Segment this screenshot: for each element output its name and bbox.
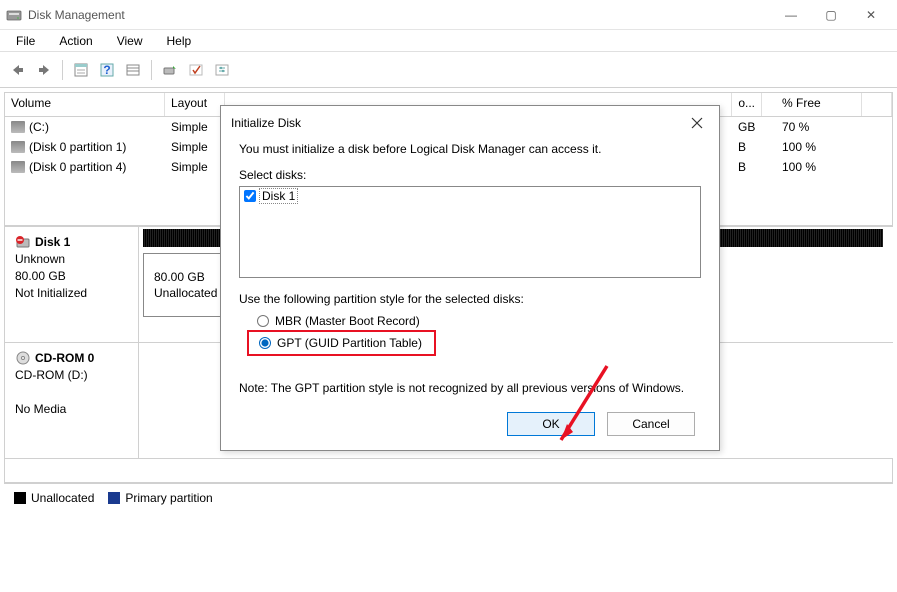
list-item[interactable]: Disk 1 — [240, 187, 700, 205]
minimize-button[interactable]: — — [771, 3, 811, 27]
cdrom-icon — [15, 351, 31, 365]
drive-icon — [11, 141, 25, 153]
volume-name: (Disk 0 partition 1) — [29, 140, 126, 154]
title-bar: Disk Management — ▢ ✕ — [0, 0, 897, 30]
dialog-message: You must initialize a disk before Logica… — [239, 142, 701, 156]
select-disks-label: Select disks: — [239, 168, 701, 182]
volume-name: (C:) — [29, 120, 49, 134]
legend: Unallocated Primary partition — [4, 483, 893, 511]
volume-layout: Simple — [165, 119, 225, 135]
radio-mbr-label: MBR (Master Boot Record) — [275, 314, 420, 328]
volume-layout: Simple — [165, 139, 225, 155]
menu-help[interactable]: Help — [157, 32, 202, 50]
disk-select-listbox[interactable]: Disk 1 — [239, 186, 701, 278]
legend-swatch — [108, 492, 120, 504]
disk-item-label: Disk 1 — [259, 188, 298, 204]
menu-action[interactable]: Action — [49, 32, 102, 50]
dialog-buttons: OK Cancel — [239, 412, 701, 436]
highlight-annotation: GPT (GUID Partition Table) — [247, 330, 436, 356]
forward-button[interactable] — [32, 58, 56, 82]
volume-cap: B — [732, 139, 762, 155]
toolbar-help-icon[interactable]: ? — [95, 58, 119, 82]
disk-size: 80.00 GB — [15, 269, 130, 283]
radio-gpt-input[interactable] — [259, 337, 271, 349]
col-header-spacer — [862, 93, 892, 116]
disk-path: CD-ROM (D:) — [15, 368, 130, 382]
disk-init-status: Not Initialized — [15, 286, 130, 300]
toolbar-refresh-icon[interactable] — [158, 58, 182, 82]
col-header-volume[interactable]: Volume — [5, 93, 165, 116]
disk-checkbox[interactable] — [244, 190, 256, 202]
dialog-close-button[interactable] — [685, 111, 709, 135]
volume-layout: Simple — [165, 159, 225, 175]
volume-cap: B — [732, 159, 762, 175]
disk-info-panel[interactable]: CD-ROM 0 CD-ROM (D:) No Media — [4, 343, 139, 458]
col-header-capacity[interactable]: o... — [732, 93, 762, 116]
radio-mbr-input[interactable] — [257, 315, 269, 327]
cancel-button[interactable]: Cancel — [607, 412, 695, 436]
disk-title: CD-ROM 0 — [15, 351, 130, 365]
app-icon — [6, 7, 22, 23]
menu-bar: File Action View Help — [0, 30, 897, 52]
drive-icon — [11, 161, 25, 173]
legend-swatch — [14, 492, 26, 504]
radio-mbr[interactable]: MBR (Master Boot Record) — [247, 312, 701, 330]
radio-gpt[interactable]: GPT (GUID Partition Table) — [249, 332, 434, 354]
radio-gpt-label: GPT (GUID Partition Table) — [277, 336, 422, 350]
volume-free: 70 % — [762, 119, 862, 135]
disk-error-icon — [15, 235, 31, 249]
dialog-titlebar: Initialize Disk — [221, 106, 719, 140]
col-header-free[interactable]: % Free — [762, 93, 862, 116]
back-button[interactable] — [6, 58, 30, 82]
menu-view[interactable]: View — [107, 32, 153, 50]
maximize-button[interactable]: ▢ — [811, 3, 851, 27]
ok-button[interactable]: OK — [507, 412, 595, 436]
close-button[interactable]: ✕ — [851, 3, 891, 27]
disk-info-panel[interactable]: Disk 1 Unknown 80.00 GB Not Initialized — [4, 227, 139, 342]
volume-name: (Disk 0 partition 4) — [29, 160, 126, 174]
legend-item: Primary partition — [108, 491, 212, 505]
disk-title: Disk 1 — [15, 235, 130, 249]
col-header-layout[interactable]: Layout — [165, 93, 225, 116]
disk-status: Unknown — [15, 252, 130, 266]
disk-media-status: No Media — [15, 402, 130, 416]
volume-free: 100 % — [762, 139, 862, 155]
window-controls: — ▢ ✕ — [771, 3, 891, 27]
volume-free: 100 % — [762, 159, 862, 175]
window-title: Disk Management — [28, 8, 771, 22]
dialog-body: You must initialize a disk before Logica… — [221, 140, 719, 450]
toolbar-properties-icon[interactable] — [69, 58, 93, 82]
partition-style-label: Use the following partition style for th… — [239, 292, 701, 306]
legend-item: Unallocated — [14, 491, 94, 505]
toolbar-view-icon[interactable] — [121, 58, 145, 82]
dialog-title: Initialize Disk — [231, 116, 685, 130]
toolbar: ? — [0, 52, 897, 88]
initialize-disk-dialog: Initialize Disk You must initialize a di… — [220, 105, 720, 451]
menu-file[interactable]: File — [6, 32, 45, 50]
toolbar-settings-icon[interactable] — [210, 58, 234, 82]
svg-text:?: ? — [103, 63, 110, 77]
drive-icon — [11, 121, 25, 133]
volume-cap: GB — [732, 119, 762, 135]
dialog-note: Note: The GPT partition style is not rec… — [239, 380, 701, 396]
toolbar-check-icon[interactable] — [184, 58, 208, 82]
